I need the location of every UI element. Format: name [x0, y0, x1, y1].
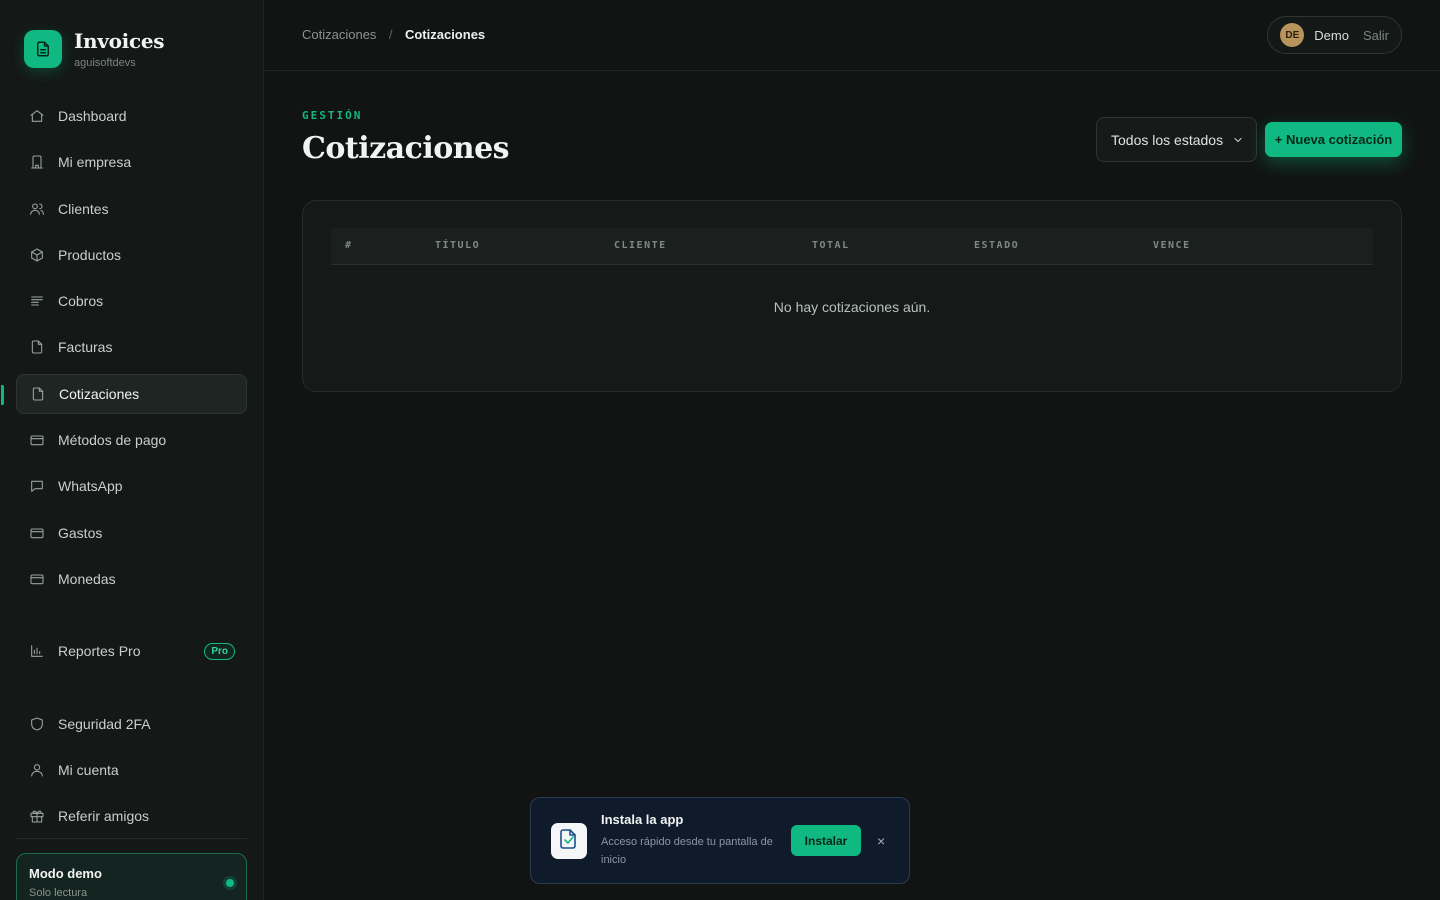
quotes-table-card: # TÍTULO CLIENTE TOTAL ESTADO VENCE No h… — [302, 200, 1402, 392]
card-icon — [29, 571, 45, 587]
sidebar-item-label: Seguridad 2FA — [58, 715, 151, 732]
avatar[interactable]: DE — [1280, 23, 1305, 47]
user-icon — [29, 762, 45, 778]
sidebar-bottom-nav: Seguridad 2FA Mi cuenta Referir amigos — [16, 704, 247, 837]
logout-button[interactable]: Salir — [1363, 28, 1389, 43]
sidebar-item-productos[interactable]: Productos — [16, 235, 247, 275]
app-root: Invoices aguisoftdevs Dashboard Mi empre… — [0, 0, 1440, 900]
breadcrumb: Cotizaciones / Cotizaciones — [302, 26, 485, 44]
chevron-down-icon — [1234, 137, 1242, 143]
column-header-total[interactable]: TOTAL — [812, 240, 850, 251]
sidebar-item-label: Facturas — [58, 339, 113, 356]
sidebar-item-cotizaciones[interactable]: Cotizaciones — [1, 373, 247, 414]
file-icon — [29, 339, 45, 355]
sidebar-item-label: Métodos de pago — [58, 432, 167, 449]
column-header-estado[interactable]: ESTADO — [974, 240, 1019, 251]
sidebar-item-metodos-de-pago[interactable]: Métodos de pago — [16, 420, 247, 460]
sidebar-item-label: Referir amigos — [58, 808, 150, 825]
sidebar-item-label: Monedas — [58, 570, 116, 587]
user-menu: DE Demo Salir — [1267, 16, 1402, 54]
install-button[interactable]: Instalar — [791, 825, 861, 856]
breadcrumb-separator: / — [388, 27, 393, 42]
file-icon — [30, 386, 46, 402]
table-header: # TÍTULO CLIENTE TOTAL ESTADO VENCE — [331, 228, 1373, 265]
box-icon — [29, 247, 45, 263]
app-logo-icon — [551, 822, 587, 859]
breadcrumb-link[interactable]: Cotizaciones — [302, 27, 376, 42]
sidebar: Invoices aguisoftdevs Dashboard Mi empre… — [0, 0, 264, 900]
page-title: Cotizaciones — [302, 131, 510, 166]
demo-mode-title: Modo demo — [29, 866, 102, 881]
sidebar-item-monedas[interactable]: Monedas — [16, 559, 247, 599]
sidebar-item-label: Mi empresa — [58, 154, 132, 171]
page-eyebrow: GESTIÓN — [302, 109, 363, 122]
demo-mode-card: Modo demo Solo lectura — [16, 853, 247, 900]
install-app-toast: Instala la app Acceso rápido desde tu pa… — [530, 797, 910, 884]
pro-badge: Pro — [204, 642, 235, 660]
brand-subtitle: aguisoftdevs — [74, 57, 136, 69]
column-header-cliente[interactable]: CLIENTE — [614, 240, 667, 251]
column-header-titulo[interactable]: TÍTULO — [435, 240, 480, 251]
new-quote-button[interactable]: + Nueva cotización — [1265, 122, 1402, 157]
bar-chart-icon — [29, 643, 45, 659]
status-dot-icon — [226, 879, 234, 887]
sidebar-item-label: Cotizaciones — [59, 385, 140, 402]
sidebar-nav: Dashboard Mi empresa Clientes Productos … — [1, 96, 247, 599]
sidebar-item-label: Mi cuenta — [58, 761, 119, 778]
gift-icon — [29, 808, 45, 824]
column-header-number[interactable]: # — [345, 240, 353, 251]
sidebar-item-label: Cobros — [58, 293, 104, 310]
sidebar-item-seguridad-2fa[interactable]: Seguridad 2FA — [16, 704, 247, 744]
sidebar-item-facturas[interactable]: Facturas — [16, 327, 247, 367]
demo-mode-subtitle: Solo lectura — [29, 887, 88, 899]
sidebar-item-mi-empresa[interactable]: Mi empresa — [16, 142, 247, 182]
home-icon — [29, 108, 45, 124]
shield-icon — [29, 716, 45, 732]
sidebar-item-referir-amigos[interactable]: Referir amigos — [16, 796, 247, 836]
toast-title: Instala la app — [601, 812, 684, 827]
main-area: Cotizaciones / Cotizaciones DE Demo Sali… — [264, 0, 1440, 900]
building-icon — [29, 154, 45, 170]
sidebar-item-whatsapp[interactable]: WhatsApp — [16, 466, 247, 506]
sidebar-item-label: Clientes — [58, 200, 109, 217]
sidebar-item-label: Gastos — [58, 524, 103, 541]
sidebar-divider — [16, 838, 247, 839]
card-icon — [29, 525, 45, 541]
close-icon[interactable]: × — [877, 833, 885, 849]
sidebar-item-label: Productos — [58, 246, 122, 263]
status-filter-value: Todos los estados — [1111, 131, 1224, 148]
invoice-logo-icon[interactable] — [24, 30, 62, 68]
toast-subtitle: Acceso rápido desde tu pantalla de inici… — [601, 836, 773, 866]
status-filter-select[interactable]: Todos los estados — [1096, 117, 1257, 162]
breadcrumb-current: Cotizaciones — [404, 27, 486, 42]
sidebar-item-gastos[interactable]: Gastos — [16, 513, 247, 553]
empty-state-message: No hay cotizaciones aún. — [773, 299, 931, 315]
sidebar-pro-nav: Reportes Pro Pro — [16, 631, 247, 671]
column-header-vence[interactable]: VENCE — [1153, 240, 1191, 251]
sidebar-item-label: WhatsApp — [58, 478, 123, 495]
sidebar-item-dashboard[interactable]: Dashboard — [16, 96, 247, 136]
card-icon — [29, 432, 45, 448]
brand: Invoices aguisoftdevs — [16, 0, 247, 96]
chat-icon — [29, 478, 45, 494]
sidebar-item-clientes[interactable]: Clientes — [16, 189, 247, 229]
brand-title: Invoices — [74, 29, 165, 53]
list-icon — [29, 293, 45, 309]
sidebar-item-reportes-pro[interactable]: Reportes Pro Pro — [16, 631, 247, 671]
users-icon — [29, 201, 45, 217]
topbar: Cotizaciones / Cotizaciones DE Demo Sali… — [264, 0, 1440, 71]
sidebar-item-label: Reportes Pro — [58, 643, 141, 660]
sidebar-item-label: Dashboard — [58, 108, 127, 124]
sidebar-item-mi-cuenta[interactable]: Mi cuenta — [16, 750, 247, 790]
sidebar-item-cobros[interactable]: Cobros — [16, 281, 247, 321]
user-name: Demo — [1314, 27, 1349, 43]
